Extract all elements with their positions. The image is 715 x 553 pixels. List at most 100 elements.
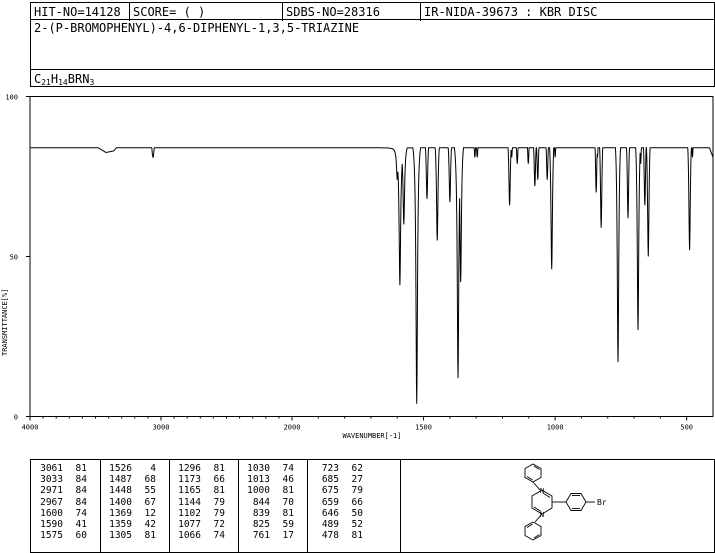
peak-table-column-divider (100, 460, 101, 552)
x-tick-label: 4000 (22, 424, 39, 432)
peak-transmittance: 27 (351, 474, 363, 486)
peak-table-row: 1305 81 (104, 530, 156, 541)
peak-wavenumber: 1359 (109, 518, 132, 530)
peak-wavenumber: 1296 (178, 463, 201, 474)
peak-table-row: 1296 81 (173, 463, 225, 474)
peak-wavenumber: 3033 (40, 474, 63, 486)
peak-wavenumber: 489 (321, 518, 339, 530)
peak-transmittance: 59 (282, 518, 294, 530)
plot-frame (29, 96, 714, 417)
peak-transmittance: 79 (213, 507, 225, 519)
peak-table-row: 1359 42 (104, 519, 156, 530)
peak-transmittance: 17 (282, 530, 294, 542)
peak-table-row: 1077 72 (173, 519, 225, 530)
peak-wavenumber: 1013 (247, 474, 270, 486)
peak-transmittance: 52 (351, 518, 363, 530)
molecular-formula: C21H14BRN3 (34, 72, 94, 87)
formula-subscript: 21 (41, 78, 51, 87)
peak-wavenumber: 761 (252, 530, 270, 542)
peak-transmittance: 67 (144, 496, 156, 508)
peak-transmittance: 81 (282, 485, 294, 497)
peak-wavenumber: 1305 (109, 530, 132, 542)
peak-table-row: 761 17 (242, 530, 294, 541)
peak-wavenumber: 3061 (40, 463, 63, 474)
peak-wavenumber: 1526 (109, 463, 132, 474)
peak-table-row: 3061 81 (35, 463, 87, 474)
peak-table-column-divider (238, 460, 239, 552)
peak-transmittance: 81 (213, 485, 225, 497)
peak-transmittance: 50 (351, 507, 363, 519)
peak-table-row: 1000 81 (242, 485, 294, 496)
peak-table-column: 1526 4 1487 68 1448 55 1400 67 1369 12 1359 42 1305 8… (104, 463, 156, 541)
peak-transmittance: 41 (75, 518, 87, 530)
formula-subscript: 14 (58, 78, 68, 87)
atom-label-bromine: Br (597, 498, 607, 507)
peak-wavenumber: 1077 (178, 518, 201, 530)
peak-transmittance: 79 (213, 496, 225, 508)
peak-table-box: 3061 81 3033 84 2971 84 2967 84 1600 74 1590 41 1575… (30, 459, 715, 553)
peak-wavenumber: 1144 (178, 496, 201, 508)
peak-table-row: 1102 79 (173, 508, 225, 519)
chemical-structure: N N Br (524, 463, 607, 541)
peak-transmittance: 81 (282, 507, 294, 519)
peak-transmittance: 4 (150, 463, 156, 474)
peak-transmittance: 42 (144, 518, 156, 530)
peak-transmittance: 79 (351, 485, 363, 497)
peak-wavenumber: 1487 (109, 474, 132, 486)
formula-divider (31, 69, 714, 70)
peak-wavenumber: 1066 (178, 530, 201, 542)
peak-wavenumber: 1000 (247, 485, 270, 497)
peak-wavenumber: 1030 (247, 463, 270, 474)
peak-wavenumber: 1102 (178, 507, 201, 519)
peak-wavenumber: 646 (321, 507, 339, 519)
x-tick-label: 2000 (284, 424, 301, 432)
peak-table: 3061 81 3033 84 2971 84 2967 84 1600 74 1590 41 1575… (31, 460, 401, 552)
peak-table-row: 489 52 (311, 519, 363, 530)
peak-table-row: 1173 66 (173, 474, 225, 485)
peak-wavenumber: 478 (321, 530, 339, 542)
peak-transmittance: 81 (75, 463, 87, 474)
x-tick-label: 1000 (547, 424, 564, 432)
peak-table-column-divider (169, 460, 170, 552)
peak-table-row: 3033 84 (35, 474, 87, 485)
y-tick-label: 0 (14, 414, 18, 422)
peak-transmittance: 68 (144, 474, 156, 486)
header-bar: HIT-NO=14128 SCORE= ( ) SDBS-NO=28316 IR… (30, 2, 715, 21)
peak-transmittance: 81 (213, 463, 225, 474)
atom-label-n: N (540, 487, 544, 495)
peak-table-row: 1400 67 (104, 497, 156, 508)
peak-table-row: 1526 4 (104, 463, 156, 474)
peak-wavenumber: 839 (252, 507, 270, 519)
bromophenyl-ring (565, 493, 587, 511)
peak-table-row: 1030 74 (242, 463, 294, 474)
peak-table-row: 2967 84 (35, 497, 87, 508)
peak-transmittance: 74 (75, 507, 87, 519)
peak-transmittance: 62 (351, 463, 363, 474)
peak-wavenumber: 2967 (40, 496, 63, 508)
peak-transmittance: 66 (351, 496, 363, 508)
peak-transmittance: 46 (282, 474, 294, 486)
peak-table-column: 1296 81 1173 66 1165 81 1144 79 1102 79 1077 72 1066… (173, 463, 225, 541)
compound-box: 2-(P-BROMOPHENYL)-4,6-DIPHENYL-1,3,5-TRI… (30, 19, 715, 87)
x-tick-label: 3000 (153, 424, 170, 432)
peak-wavenumber: 825 (252, 518, 270, 530)
peak-wavenumber: 844 (252, 496, 270, 508)
peak-table-row: 1448 55 (104, 485, 156, 496)
peak-table-row: 1600 74 (35, 508, 87, 519)
peak-table-row: 1487 68 (104, 474, 156, 485)
peak-table-row: 675 79 (311, 485, 363, 496)
peak-transmittance: 81 (144, 530, 156, 542)
x-tick-label: 500 (680, 424, 693, 432)
peak-transmittance: 84 (75, 474, 87, 486)
peak-wavenumber: 723 (321, 463, 339, 474)
peak-wavenumber: 675 (321, 485, 339, 497)
peak-table-row: 646 50 (311, 508, 363, 519)
peak-transmittance: 84 (75, 485, 87, 497)
peak-wavenumber: 1369 (109, 507, 132, 519)
peak-table-row: 1066 74 (173, 530, 225, 541)
peak-transmittance: 72 (213, 518, 225, 530)
peak-table-column: 723 62 685 27 675 79 659 66 646 50 489 52 478 81 (311, 463, 363, 541)
formula-subscript: 3 (89, 78, 95, 87)
peak-wavenumber: 2971 (40, 485, 63, 497)
peak-table-row: 839 81 (242, 508, 294, 519)
